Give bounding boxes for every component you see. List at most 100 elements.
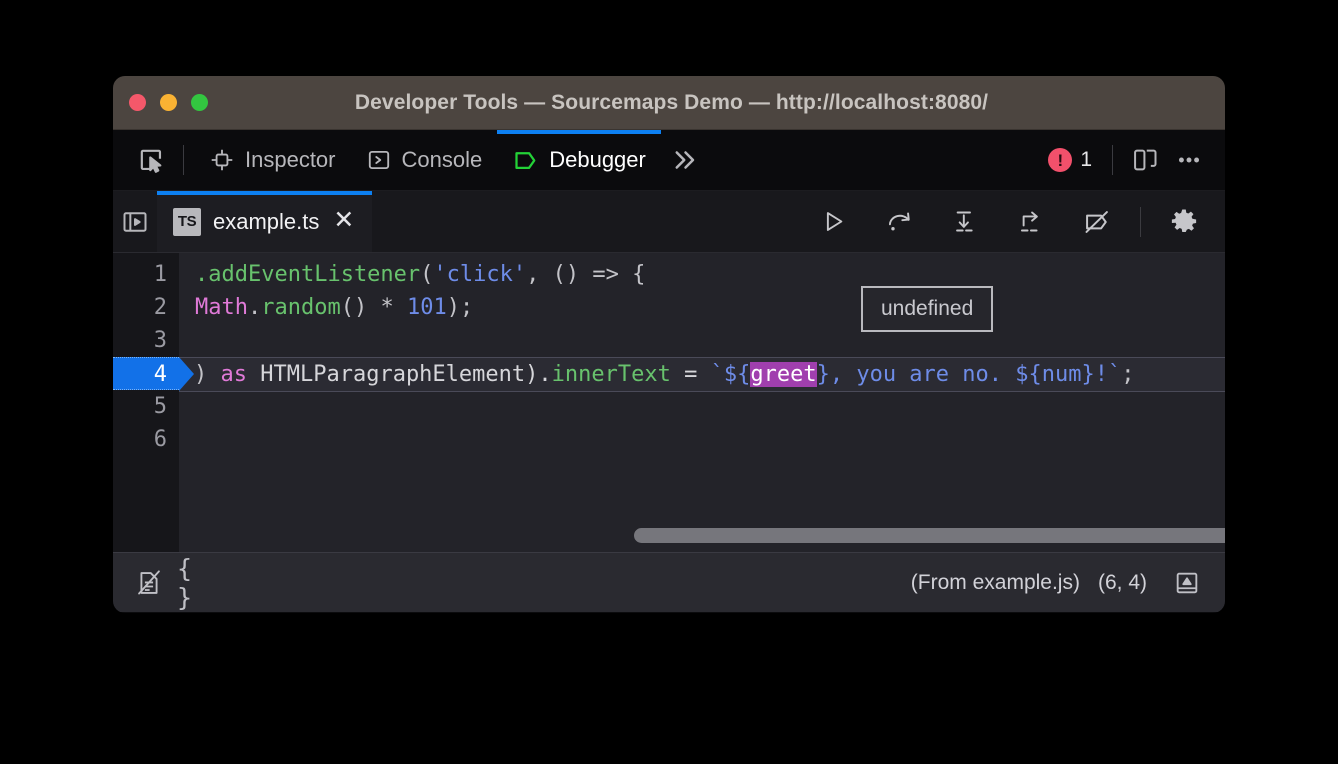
step-over-button[interactable] bbox=[866, 199, 932, 245]
resume-button[interactable] bbox=[800, 199, 866, 245]
code-token: as bbox=[221, 362, 248, 387]
source-origin-label: (From example.js) bbox=[911, 571, 1080, 595]
meatball-menu-icon bbox=[1175, 146, 1203, 174]
code-token: ; bbox=[1121, 362, 1134, 387]
devtools-window: Developer Tools — Sourcemaps Demo — http… bbox=[113, 76, 1225, 613]
code-token: `${ bbox=[711, 362, 751, 387]
toolbar-divider bbox=[183, 145, 184, 175]
deactivate-breakpoints-button[interactable] bbox=[1064, 199, 1130, 245]
debugger-controls-divider bbox=[1140, 207, 1141, 237]
tab-debugger-label: Debugger bbox=[549, 147, 646, 173]
debugger-tag-icon bbox=[512, 147, 539, 174]
debugger-controls bbox=[800, 191, 1225, 252]
code-token: HTMLParagraphElement). bbox=[247, 362, 552, 387]
file-tab-example-ts[interactable]: TS example.ts ✕ bbox=[157, 191, 372, 252]
step-out-button[interactable] bbox=[998, 199, 1064, 245]
toolbar-divider-2 bbox=[1112, 145, 1113, 175]
code-token: .addEventListener bbox=[195, 262, 420, 287]
gutter-line-5[interactable]: 5 bbox=[113, 390, 179, 423]
code-token: () * bbox=[341, 295, 407, 320]
editor-statusbar: { } (From example.js) (6, 4) bbox=[113, 552, 1225, 612]
source-tabbar-left: TS example.ts ✕ bbox=[113, 191, 372, 252]
responsive-design-mode-icon bbox=[1131, 146, 1159, 174]
code-token: greet bbox=[750, 362, 816, 387]
traffic-lights bbox=[129, 94, 208, 111]
editor-code-area[interactable]: .addEventListener('click', () => { Math.… bbox=[179, 253, 1225, 552]
tab-inspector[interactable]: Inspector bbox=[194, 130, 351, 190]
debugger-settings-button[interactable] bbox=[1151, 199, 1217, 245]
inspector-icon bbox=[209, 147, 235, 173]
code-token: ( bbox=[420, 262, 433, 287]
code-token: . bbox=[248, 295, 261, 320]
window-titlebar: Developer Tools — Sourcemaps Demo — http… bbox=[113, 76, 1225, 130]
statusbar-right: (From example.js) (6, 4) bbox=[911, 561, 1215, 605]
toolbar-left-group: Inspector Console bbox=[129, 130, 705, 190]
tab-inspector-label: Inspector bbox=[245, 147, 336, 173]
source-editor: 1 2 3 4 5 6 .addEventListener('click', (… bbox=[113, 253, 1225, 552]
statusbar-left: { } bbox=[127, 561, 221, 605]
screenshot-root: Developer Tools — Sourcemaps Demo — http… bbox=[0, 0, 1338, 764]
tab-debugger[interactable]: Debugger bbox=[497, 130, 661, 190]
toggle-sources-pane-button[interactable] bbox=[113, 200, 157, 244]
cursor-position-label: (6, 4) bbox=[1098, 571, 1147, 595]
code-token: random bbox=[261, 295, 340, 320]
source-tabbar: TS example.ts ✕ bbox=[113, 191, 1225, 253]
toggle-sources-pane-icon bbox=[121, 208, 149, 236]
code-token: 'click' bbox=[433, 262, 526, 287]
element-picker-button[interactable] bbox=[129, 138, 173, 182]
toolbar-overflow-button[interactable] bbox=[661, 138, 705, 182]
devtools-menu-button[interactable] bbox=[1167, 138, 1211, 182]
code-token: ) bbox=[194, 362, 221, 387]
editor-horizontal-scrollbar[interactable] bbox=[179, 526, 1225, 544]
step-over-icon bbox=[886, 208, 913, 235]
blackbox-source-icon bbox=[135, 569, 163, 597]
step-out-icon bbox=[1018, 208, 1045, 235]
code-token: 101 bbox=[407, 295, 447, 320]
gear-icon bbox=[1169, 207, 1199, 237]
tab-console[interactable]: Console bbox=[351, 130, 498, 190]
gutter-line-3[interactable]: 3 bbox=[113, 324, 179, 357]
step-in-button[interactable] bbox=[932, 199, 998, 245]
step-in-icon bbox=[952, 208, 979, 235]
pretty-print-icon: { } bbox=[177, 554, 221, 612]
close-window-button[interactable] bbox=[129, 94, 146, 111]
tab-console-label: Console bbox=[402, 147, 483, 173]
toolbar-right-group: ! 1 bbox=[1038, 130, 1211, 190]
error-icon: ! bbox=[1048, 148, 1072, 172]
variable-value-tooltip: undefined bbox=[861, 286, 993, 332]
horizontal-scrollbar-thumb[interactable] bbox=[634, 528, 1225, 543]
split-console-button[interactable] bbox=[1165, 561, 1209, 605]
error-count-badge[interactable]: ! 1 bbox=[1038, 148, 1102, 172]
maximize-window-button[interactable] bbox=[191, 94, 208, 111]
code-line-3[interactable] bbox=[179, 324, 1225, 357]
chevron-double-right-icon bbox=[668, 145, 698, 175]
gutter-line-6[interactable]: 6 bbox=[113, 423, 179, 456]
play-icon bbox=[820, 208, 847, 235]
minimize-window-button[interactable] bbox=[160, 94, 177, 111]
console-prompt-icon bbox=[366, 147, 392, 173]
typescript-badge: TS bbox=[173, 208, 201, 236]
breakpoints-disabled-icon bbox=[1083, 208, 1111, 236]
code-token: ); bbox=[447, 295, 474, 320]
window-title: Developer Tools — Sourcemaps Demo — http… bbox=[208, 91, 1135, 115]
pretty-print-button[interactable]: { } bbox=[177, 561, 221, 605]
element-picker-icon bbox=[137, 146, 166, 175]
code-token: innerText bbox=[552, 362, 671, 387]
gutter-line-2[interactable]: 2 bbox=[113, 291, 179, 324]
gutter-line-4-paused[interactable]: 4 bbox=[113, 357, 179, 390]
devtools-toolbar: Inspector Console bbox=[113, 130, 1225, 191]
responsive-design-mode-button[interactable] bbox=[1123, 138, 1167, 182]
code-line-5[interactable] bbox=[179, 392, 1225, 425]
code-line-2[interactable]: Math.random() * 101); bbox=[179, 291, 1225, 324]
error-count-label: 1 bbox=[1080, 148, 1092, 172]
code-token: = bbox=[671, 362, 711, 387]
code-line-4-paused[interactable]: ) as HTMLParagraphElement).innerText = `… bbox=[179, 357, 1225, 392]
editor-gutter[interactable]: 1 2 3 4 5 6 bbox=[113, 253, 179, 552]
blackbox-source-button[interactable] bbox=[127, 561, 171, 605]
code-token: Math bbox=[195, 295, 248, 320]
close-file-tab-button[interactable]: ✕ bbox=[331, 208, 356, 236]
code-line-1[interactable]: .addEventListener('click', () => { bbox=[179, 258, 1225, 291]
gutter-line-1[interactable]: 1 bbox=[113, 258, 179, 291]
code-line-6[interactable] bbox=[179, 425, 1225, 458]
code-token: }, you are no. ${num}!` bbox=[817, 362, 1122, 387]
